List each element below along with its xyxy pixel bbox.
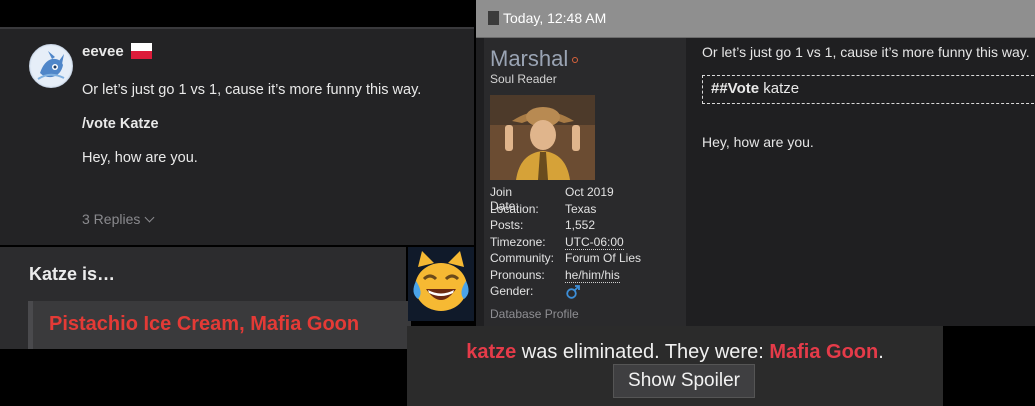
chevron-down-icon	[144, 212, 155, 223]
pronouns-value[interactable]: he/him/his	[565, 268, 620, 283]
eliminated-player: katze	[466, 341, 517, 363]
info-key: Posts:	[490, 218, 524, 232]
post-line-1: Or let’s just go 1 vs 1, cause it’s more…	[702, 44, 1030, 60]
elimination-message: katze was eliminated. They were: Mafia G…	[407, 341, 943, 364]
elimination-panel: katze was eliminated. They were: Mafia G…	[407, 326, 943, 406]
timezone-value[interactable]: UTC-06:00	[565, 235, 624, 250]
post-timestamp: Today, 12:48 AM	[503, 10, 607, 26]
document-icon	[488, 11, 499, 25]
post-line-3: Hey, how are you.	[702, 134, 814, 150]
info-key: Timezone:	[490, 234, 546, 249]
user-avatar[interactable]	[490, 95, 595, 180]
eliminated-role: Mafia Goon	[769, 341, 879, 363]
database-profile-link[interactable]: Database Profile	[490, 307, 579, 321]
info-value: Forum Of Lies	[565, 251, 642, 265]
replies-label: 3 Replies	[82, 211, 141, 227]
info-key: Pronouns:	[490, 267, 545, 282]
show-spoiler-button[interactable]: Show Spoiler	[613, 364, 755, 398]
vote-box: ##Vote katze	[702, 75, 1035, 104]
post-line-vote: /vote Katze	[82, 116, 159, 132]
cat-with-tears-of-joy-icon	[408, 247, 474, 321]
post-header: Today, 12:48 AM	[476, 0, 1035, 38]
male-symbol-icon	[565, 284, 581, 303]
post-line-1: Or let’s just go 1 vs 1, cause it’s more…	[82, 82, 422, 98]
replies-toggle[interactable]: 3 Replies	[82, 211, 155, 227]
marshal-post: Today, 12:48 AM Marshal Soul Reader Join…	[476, 0, 1035, 326]
info-key: Community:	[490, 251, 555, 265]
info-value: 1,552	[565, 218, 596, 232]
info-key: Gender:	[490, 284, 534, 298]
username[interactable]: Marshal	[490, 46, 568, 72]
user-sidebar: Marshal Soul Reader Join Date: Oct 2019	[484, 38, 686, 326]
offline-status-icon	[572, 57, 578, 63]
poland-flag-icon	[131, 43, 152, 59]
quote-answer: Pistachio Ice Cream, Mafia Goon	[49, 313, 360, 335]
vote-tag: ##Vote	[711, 80, 760, 97]
user-rank: Soul Reader	[490, 72, 557, 86]
elimination-text: was eliminated. They were:	[516, 341, 770, 363]
info-value: Oct 2019	[565, 185, 614, 199]
eevee-avatar[interactable]	[29, 44, 73, 88]
post-line-3: Hey, how are you.	[82, 150, 198, 166]
elimination-end: .	[878, 341, 884, 363]
quote-heading: Katze is…	[29, 264, 116, 284]
info-key: Location:	[490, 201, 539, 216]
info-value: Texas	[565, 201, 597, 216]
quote-panel: Katze is… Pistachio Ice Cream, Mafia Goo…	[0, 247, 411, 349]
username[interactable]: eevee	[82, 43, 124, 60]
eevee-post: eevee Or let’s just go 1 vs 1, cause it’…	[0, 27, 474, 245]
post-divider	[0, 27, 474, 29]
quote-box: Pistachio Ice Cream, Mafia Goon	[28, 301, 411, 349]
vote-target: katze	[763, 80, 800, 97]
